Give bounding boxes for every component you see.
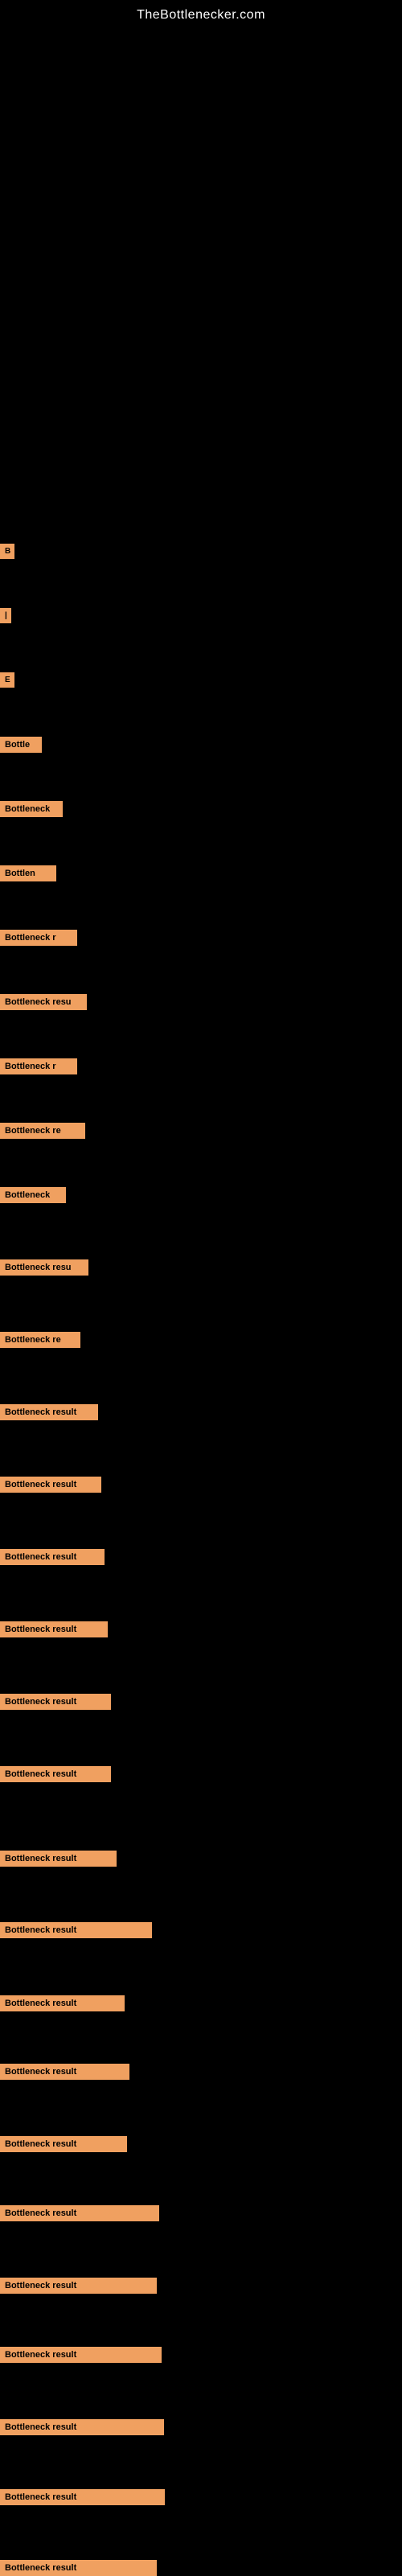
bar-label: Bottleneck result	[0, 2347, 162, 2363]
bar-label: Bottleneck result	[0, 1694, 111, 1710]
bar-label: Bottleneck result	[0, 1477, 101, 1493]
bar-label: Bottleneck result	[0, 2560, 157, 2576]
bar-label: B	[0, 544, 14, 559]
bar-label: Bottleneck resu	[0, 994, 87, 1010]
bar-label: Bottleneck re	[0, 1332, 80, 1348]
bar-item: Bottleneck result	[0, 2347, 162, 2363]
bar-label: Bottleneck result	[0, 2136, 127, 2152]
bar-label: Bottleneck r	[0, 930, 77, 946]
bar-label: |	[0, 608, 11, 623]
bar-label: Bottleneck result	[0, 1549, 105, 1565]
bar-label: Bottle	[0, 737, 42, 753]
bar-item: Bottleneck result	[0, 1851, 117, 1867]
bar-item: Bottleneck	[0, 801, 63, 817]
bar-item: Bottleneck result	[0, 2419, 164, 2435]
bar-item: Bottleneck result	[0, 1766, 111, 1782]
bar-label: Bottleneck result	[0, 1995, 125, 2011]
bar-item: E	[0, 672, 14, 688]
bar-item: Bottleneck result	[0, 1404, 98, 1420]
bar-item: Bottleneck result	[0, 1694, 111, 1710]
bar-item: Bottlen	[0, 865, 56, 881]
bar-label: Bottleneck result	[0, 1766, 111, 1782]
bar-label: Bottleneck result	[0, 1922, 152, 1938]
bar-item: Bottleneck result	[0, 1477, 101, 1493]
site-title: TheBottlenecker.com	[0, 0, 402, 29]
bar-label: Bottleneck result	[0, 1404, 98, 1420]
bar-item: Bottleneck result	[0, 2136, 127, 2152]
bar-item: Bottleneck resu	[0, 1259, 88, 1276]
bar-label: Bottlen	[0, 865, 56, 881]
bar-label: Bottleneck	[0, 801, 63, 817]
bar-label: Bottleneck resu	[0, 1259, 88, 1276]
bar-label: Bottleneck result	[0, 1851, 117, 1867]
bar-item: Bottleneck result	[0, 1621, 108, 1637]
bar-label: Bottleneck result	[0, 2419, 164, 2435]
bar-label: Bottleneck result	[0, 1621, 108, 1637]
bar-label: Bottleneck result	[0, 2064, 129, 2080]
bar-item: B	[0, 544, 14, 559]
bar-item: Bottle	[0, 737, 42, 753]
bar-item: Bottleneck result	[0, 2489, 165, 2505]
bar-item: Bottleneck result	[0, 1922, 152, 1938]
bar-item: Bottleneck resu	[0, 994, 87, 1010]
bar-label: Bottleneck result	[0, 2205, 159, 2221]
bar-item: Bottleneck result	[0, 1549, 105, 1565]
bar-label: Bottleneck re	[0, 1123, 85, 1139]
bar-label: Bottleneck r	[0, 1058, 77, 1074]
bar-label: Bottleneck result	[0, 2278, 157, 2294]
bar-label: E	[0, 672, 14, 688]
bar-label: Bottleneck result	[0, 2489, 165, 2505]
bar-item: Bottleneck result	[0, 2278, 157, 2294]
bar-item: |	[0, 608, 11, 623]
bar-item: Bottleneck r	[0, 930, 77, 946]
bar-item: Bottleneck	[0, 1187, 66, 1203]
bar-item: Bottleneck result	[0, 2205, 159, 2221]
bar-item: Bottleneck re	[0, 1123, 85, 1139]
bar-item: Bottleneck result	[0, 2064, 129, 2080]
bar-item: Bottleneck result	[0, 1995, 125, 2011]
bar-item: Bottleneck result	[0, 2560, 157, 2576]
bar-item: Bottleneck re	[0, 1332, 80, 1348]
bar-item: Bottleneck r	[0, 1058, 77, 1074]
bar-label: Bottleneck	[0, 1187, 66, 1203]
